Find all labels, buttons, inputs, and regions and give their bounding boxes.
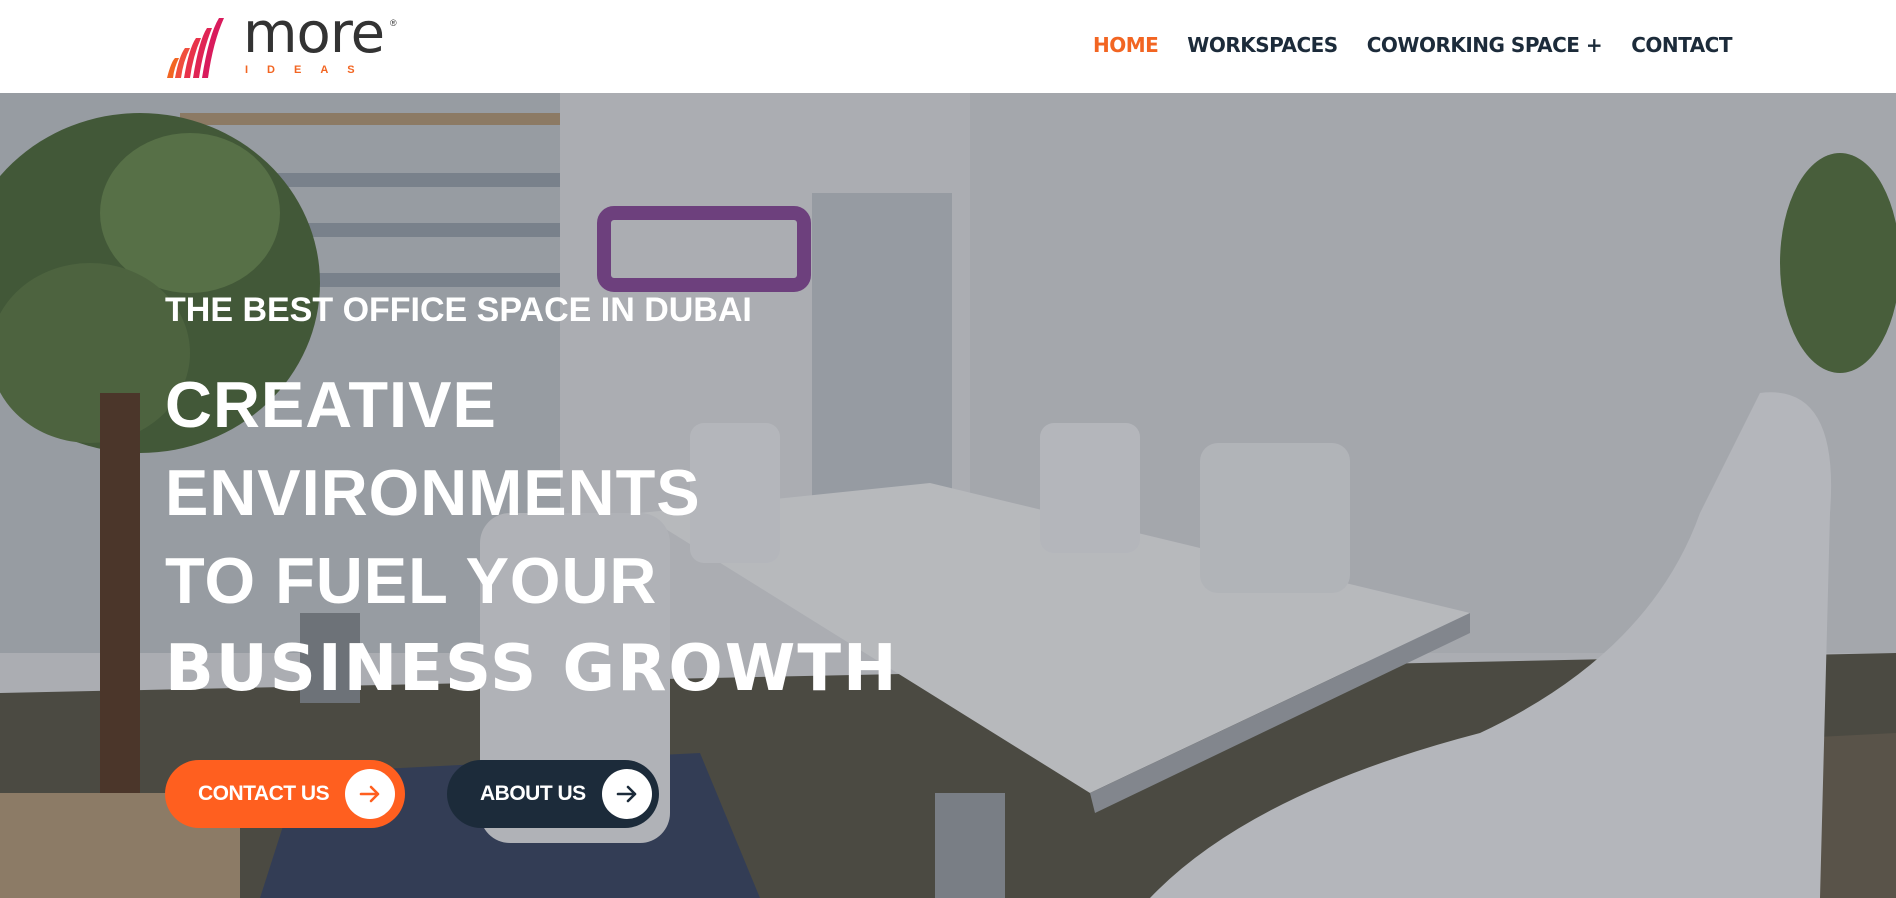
contact-us-label: CONTACT US <box>198 782 330 805</box>
hero-content: THE BEST OFFICE SPACE IN DUBAI CREATIVE … <box>165 93 1065 898</box>
about-us-button[interactable]: ABOUT US <box>447 760 659 828</box>
headline-line-2: ENVIRONMENTS <box>165 456 701 529</box>
headline-line-3: TO FUEL YOUR <box>165 544 658 617</box>
about-us-label: ABOUT US <box>480 782 586 805</box>
headline-line-1: CREATIVE <box>165 368 497 441</box>
hero-section: THE BEST OFFICE SPACE IN DUBAI CREATIVE … <box>0 93 1896 898</box>
site-logo[interactable]: more ® IDEAS <box>165 6 405 82</box>
hero-headline: CREATIVE ENVIRONMENTS TO FUEL YOUR BUSIN… <box>165 361 899 713</box>
arrow-right-icon <box>345 769 396 819</box>
registered-mark: ® <box>390 18 397 28</box>
nav-item-coworking-space[interactable]: COWORKING SPACE + <box>1367 33 1603 57</box>
logo-wordmark: more <box>243 1 385 66</box>
site-header: more ® IDEAS HOME WORKSPACES COWORKING S… <box>0 0 1896 93</box>
logo-subtitle: IDEAS <box>245 64 374 76</box>
hero-eyebrow: THE BEST OFFICE SPACE IN DUBAI <box>165 291 752 329</box>
main-nav: HOME WORKSPACES COWORKING SPACE + CONTAC… <box>1093 33 1733 57</box>
arrow-right-icon <box>601 769 652 819</box>
nav-item-contact[interactable]: CONTACT <box>1631 33 1732 57</box>
contact-us-button[interactable]: CONTACT US <box>165 760 405 828</box>
headline-line-4: BUSINESS GROWTH <box>165 632 899 706</box>
nav-item-workspaces[interactable]: WORKSPACES <box>1187 33 1338 57</box>
logo-mark-icon <box>167 18 224 78</box>
nav-item-home[interactable]: HOME <box>1093 33 1159 57</box>
